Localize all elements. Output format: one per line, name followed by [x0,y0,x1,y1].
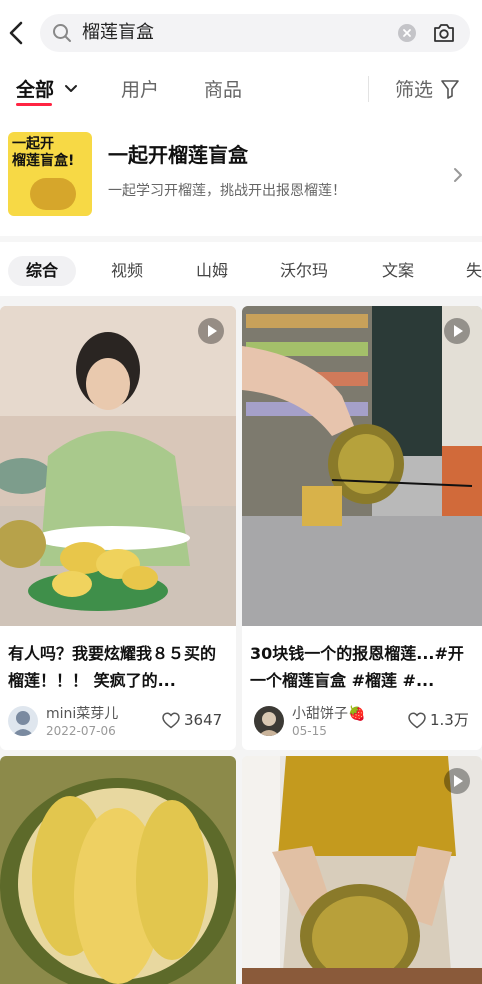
like-count: 3647 [184,711,223,729]
clear-search-icon[interactable] [398,24,416,42]
note-card[interactable]: 有人吗？我要炫耀我８５买的榴莲！！！ 笑疯了的... mini菜芽儿 2022-… [0,306,236,750]
post-date: 2022-07-06 [46,724,116,738]
tab-all[interactable]: 全部 [16,78,54,102]
note-title[interactable]: 有人吗？我要炫耀我８５买的榴莲！！！ 笑疯了的... [8,640,230,694]
chevron-right-icon[interactable] [452,166,464,184]
note-cover-image[interactable] [0,306,236,626]
note-card[interactable] [242,756,482,984]
tab-users[interactable]: 用户 [121,78,159,102]
search-query-text: 榴莲盲盒 [82,22,154,43]
search-bar-row: 榴莲盲盒 [0,0,482,66]
durian-icon [30,178,76,210]
like-count: 1.3万 [430,711,469,729]
search-icon [53,24,71,42]
author-name[interactable]: mini菜芽儿 [46,706,118,722]
post-date: 05-15 [292,724,327,738]
category-copywriting[interactable]: 文案 [382,256,414,286]
category-walmart[interactable]: 沃尔玛 [280,256,328,286]
category-more[interactable]: 失 [466,256,482,286]
topic-title[interactable]: 一起开榴莲盲盒 [108,142,248,168]
search-input[interactable]: 榴莲盲盒 [40,14,470,52]
video-badge [198,318,224,344]
note-title[interactable]: 30块钱一个的报恩榴莲...#开一个榴莲盲盒 #榴莲 #... [250,640,476,694]
video-badge [444,318,470,344]
avatar[interactable] [254,706,284,736]
note-cover-image[interactable] [0,756,236,984]
tab-products[interactable]: 商品 [204,78,242,102]
heart-icon[interactable] [408,712,426,729]
chevron-down-icon[interactable] [64,84,78,94]
note-card[interactable]: 30块钱一个的报恩榴莲...#开一个榴莲盲盒 #榴莲 #... 小甜饼子🍓 05… [242,306,482,750]
section-divider [0,236,482,242]
category-video[interactable]: 视频 [111,256,143,286]
topic-description: 一起学习开榴莲，挑战开出报恩榴莲！ [108,183,346,199]
category-comprehensive[interactable]: 综合 [8,256,77,286]
active-tab-indicator [16,103,52,106]
topic-cover-text: 一起开 榴莲盲盒! [12,136,75,169]
note-card[interactable] [0,756,236,984]
category-sams[interactable]: 山姆 [196,256,228,286]
heart-icon[interactable] [162,712,180,729]
back-arrow-icon[interactable] [6,20,28,46]
avatar[interactable] [8,706,38,736]
note-cover-image[interactable] [242,306,482,626]
filter-button[interactable]: 筛选 [395,78,433,102]
filter-icon[interactable] [441,79,459,99]
author-name[interactable]: 小甜饼子🍓 [292,706,365,722]
topic-cover-image: 一起开 榴莲盲盒! [8,132,92,216]
video-badge [444,768,470,794]
tabs-divider [368,76,369,102]
camera-icon[interactable] [432,22,456,44]
